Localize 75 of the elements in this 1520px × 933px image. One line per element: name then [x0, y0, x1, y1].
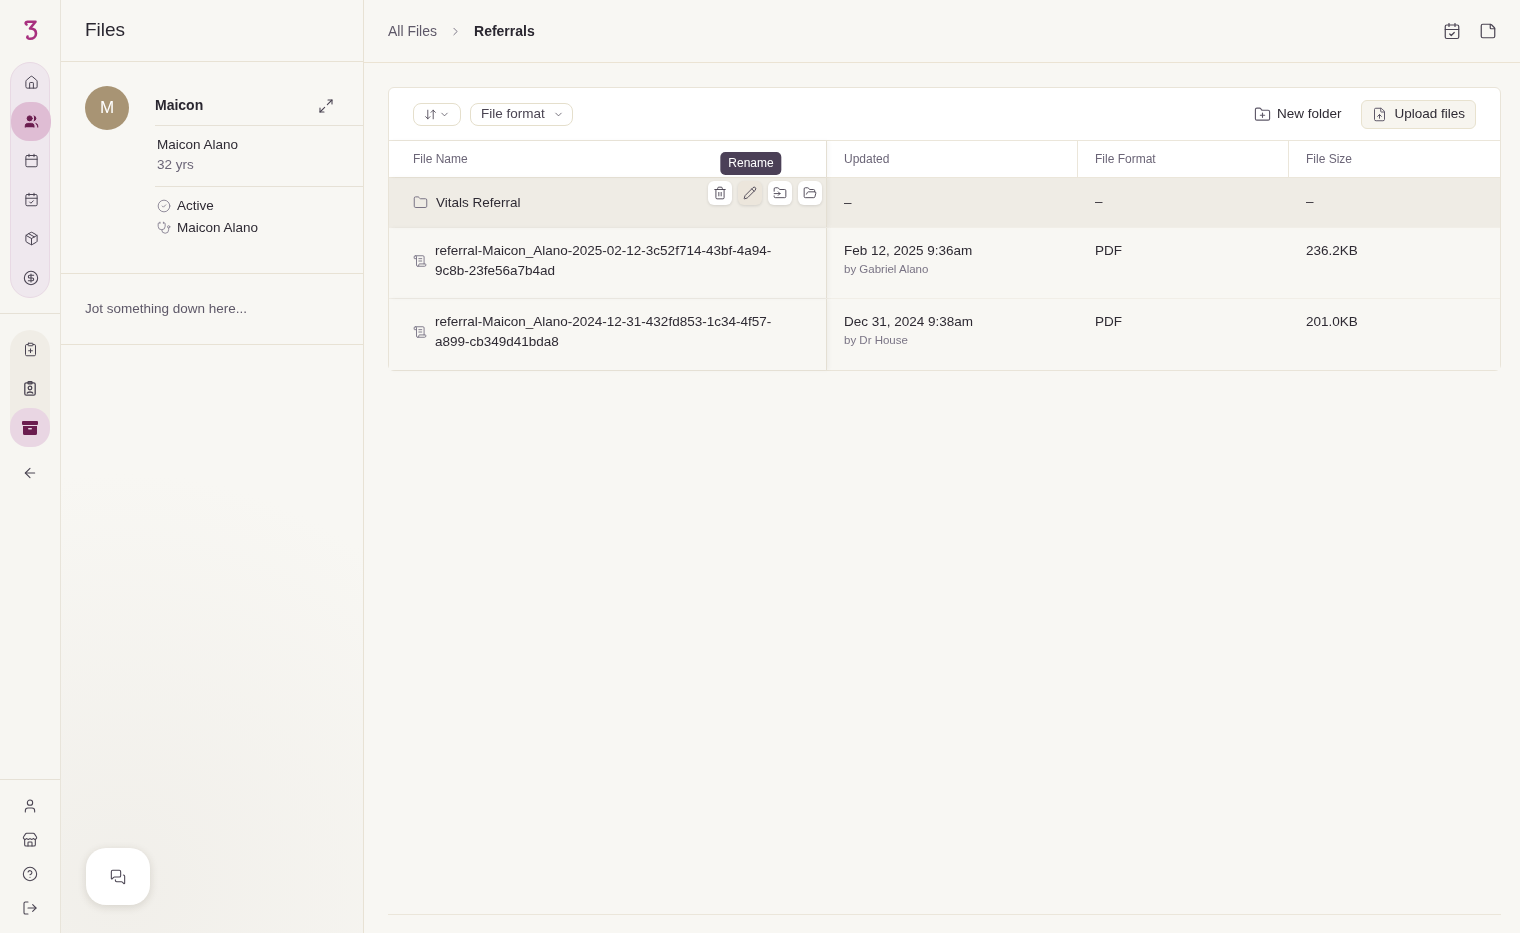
dollar-icon [23, 269, 39, 286]
chat-bubbles-icon [110, 868, 126, 885]
file-format-filter[interactable]: File format [470, 102, 573, 126]
updated-date: – [844, 193, 853, 212]
column-header: Updated [844, 151, 890, 168]
archive-button[interactable] [10, 408, 50, 447]
document-icon [413, 325, 427, 339]
home-icon [23, 75, 39, 90]
patient-full-name: Maicon Alano [157, 136, 240, 154]
rename-button[interactable] [738, 181, 762, 205]
logo-icon [22, 19, 38, 41]
breadcrumb-link[interactable]: All Files [388, 20, 437, 42]
id-badge-icon [24, 381, 36, 396]
patients-button[interactable] [11, 102, 51, 141]
table-row[interactable]: Vitals Referral – – – [389, 178, 1500, 228]
patient-status: Active [177, 197, 214, 215]
document-icon [413, 254, 427, 268]
column-header: File Name [413, 151, 468, 168]
folder-arrow-icon [773, 186, 787, 200]
patient-age: 32 yrs [157, 156, 195, 174]
panel-title: Files [85, 18, 126, 43]
person-icon [22, 798, 38, 814]
file-size: 201.0KB [1306, 314, 1358, 329]
people-icon [23, 114, 39, 129]
check-circle-icon [157, 199, 171, 213]
upload-files-button[interactable]: Upload files [1361, 99, 1476, 129]
new-folder-button[interactable]: New folder [1253, 103, 1342, 125]
notes-field[interactable]: Jot something down here... [85, 298, 339, 320]
folder-open-icon [803, 186, 817, 200]
file-format: – [1095, 194, 1103, 210]
column-header: File Format [1095, 151, 1156, 168]
file-format: PDF [1095, 314, 1122, 329]
sort-arrows-icon [424, 107, 437, 121]
file-size: – [1306, 194, 1314, 210]
table-row[interactable]: referral-Maicon_Alano-2025-02-12-3c52f714-43bf-4a94-9c8b-23fe56a7b4ad Feb 12, 2025 9:36am by Gabriel Alano PDF 236.2KB [389, 228, 1500, 299]
calendar-check-icon [23, 192, 39, 207]
table-row[interactable]: referral-Maicon_Alano-2024-12-31-432fd853-1c34-4f57-a899-cb349d41bda8 Dec 31, 2024 9:38am by Dr House PDF 201.0KB [389, 299, 1500, 370]
stethoscope-icon [157, 221, 171, 235]
updated-date: Feb 12, 2025 9:36am [844, 242, 974, 260]
tooltip: Rename [720, 152, 782, 175]
upload-icon [1372, 106, 1388, 122]
archive-box-icon [22, 420, 38, 435]
note-icon [1479, 22, 1497, 40]
file-name: referral-Maicon_Alano-2025-02-12-3c52f714-43bf-4a94-9c8b-23fe56a7b4ad [435, 242, 773, 280]
expand-icon [318, 97, 334, 114]
folder-icon [413, 195, 428, 210]
file-name: referral-Maicon_Alano-2024-12-31-432fd853-1c34-4f57-a899-cb349d41bda8 [435, 313, 773, 351]
breadcrumb-link[interactable]: Referrals [474, 20, 535, 42]
delete-button[interactable] [708, 181, 732, 205]
calendar-check-icon [1443, 22, 1461, 40]
provider-name: Maicon Alano [177, 219, 259, 237]
open-folder-button[interactable] [798, 181, 822, 205]
avatar: M [85, 86, 129, 130]
patient-name: Maicon [155, 96, 204, 115]
box-icon [23, 231, 39, 246]
help-icon [22, 866, 38, 882]
calendar-icon [23, 153, 39, 168]
logout-icon [22, 900, 38, 916]
updated-by: by Dr House [844, 333, 909, 348]
clipboard-icon [22, 342, 38, 357]
pencil-icon [743, 186, 757, 200]
expand-button[interactable] [318, 97, 334, 114]
sort-button[interactable] [413, 102, 461, 126]
updated-date: Dec 31, 2024 9:38am [844, 313, 975, 331]
file-size: 236.2KB [1306, 243, 1358, 258]
tasks-button[interactable] [1443, 22, 1461, 40]
notes-button[interactable] [1479, 22, 1497, 40]
updated-by: by Gabriel Alano [844, 262, 930, 277]
column-header: File Size [1306, 151, 1352, 168]
file-name: Vitals Referral [436, 193, 521, 212]
storefront-icon [22, 832, 38, 848]
move-button[interactable] [768, 181, 792, 205]
trash-icon [713, 186, 727, 200]
file-format: PDF [1095, 243, 1122, 258]
folder-plus-icon [1253, 105, 1271, 123]
